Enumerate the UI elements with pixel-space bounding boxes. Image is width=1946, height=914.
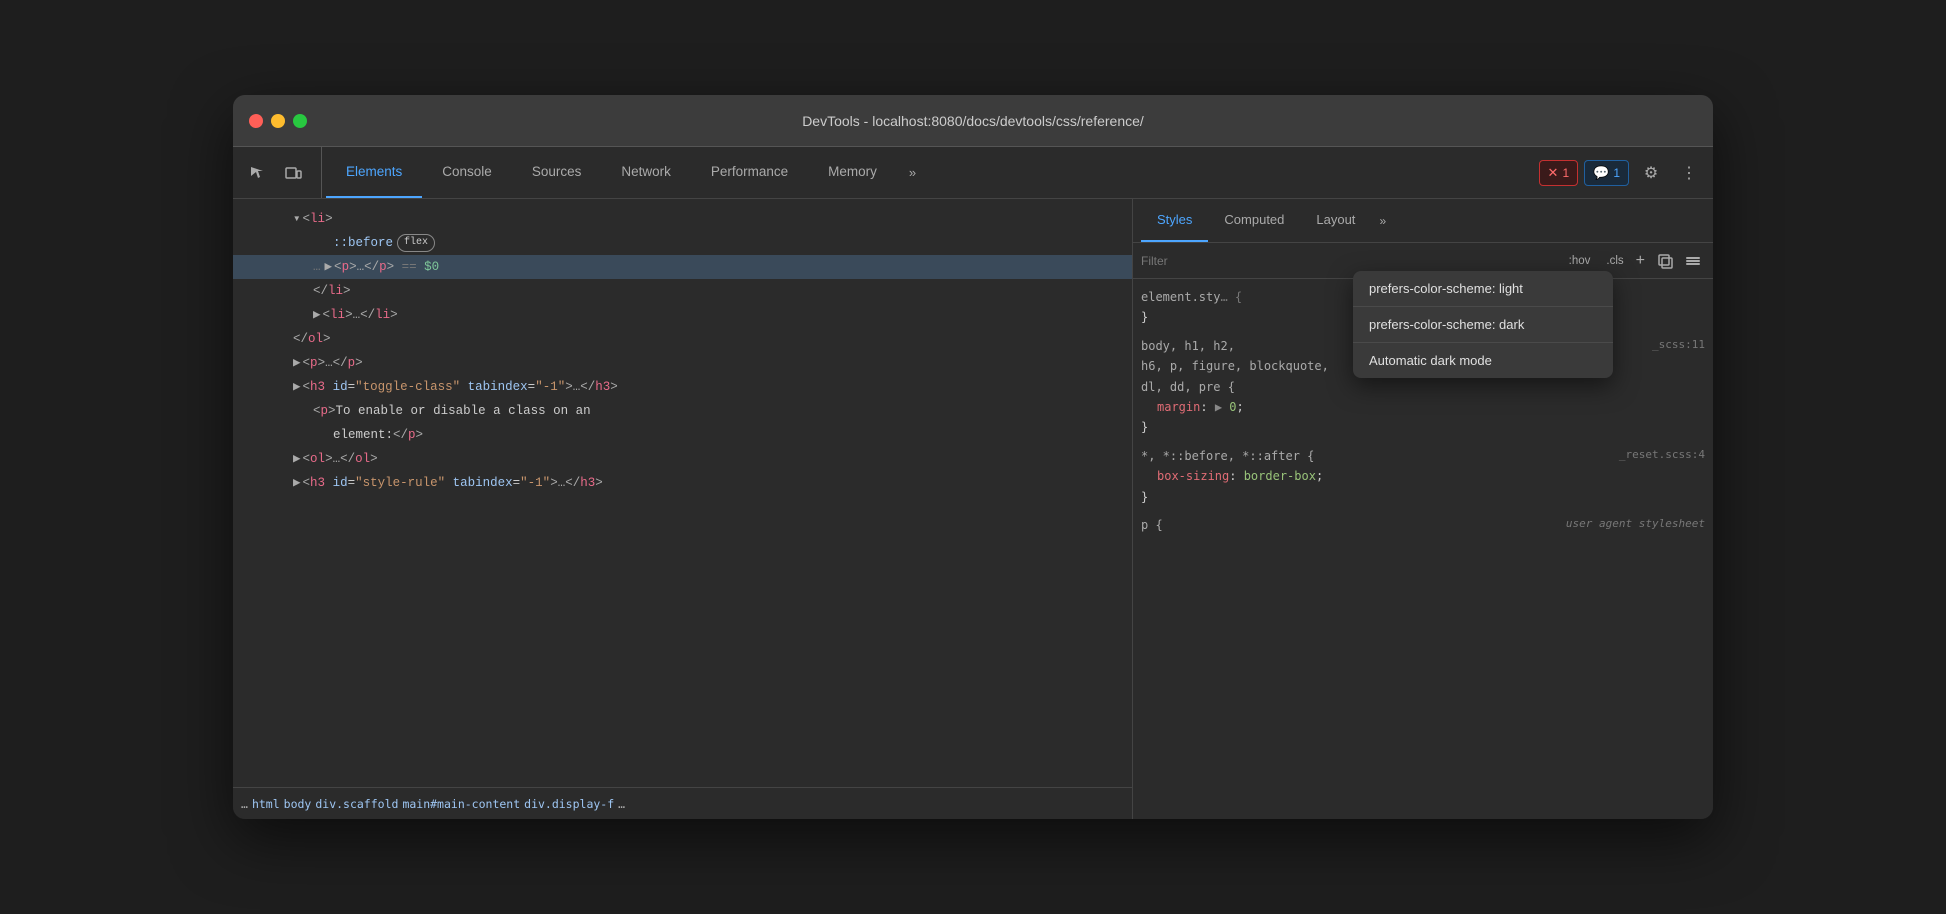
style-rule-universal: *, *::before, *::after { _reset.scss:4 b… [1141,446,1705,507]
devtools-window: DevTools - localhost:8080/docs/devtools/… [233,95,1713,819]
window-title: DevTools - localhost:8080/docs/devtools/… [802,113,1144,129]
hov-button[interactable]: :hov [1565,253,1595,269]
right-tabs-more[interactable]: » [1371,199,1394,242]
dom-h3-style-rule[interactable]: ▶ <h3 id="style-rule" tabindex="-1" >…</… [233,471,1132,495]
breadcrumb-body[interactable]: body [284,797,312,811]
toolbar: Elements Console Sources Network Perform… [233,147,1713,199]
toolbar-left [241,147,322,198]
tab-performance[interactable]: Performance [691,147,808,198]
breadcrumb-html[interactable]: html [252,797,280,811]
tab-sources[interactable]: Sources [512,147,602,198]
styles-panel: Styles Computed Layout » :hov .cls + [1133,199,1713,819]
dropdown-item-dark[interactable]: prefers-color-scheme: dark [1353,307,1613,343]
dom-ol-collapsed[interactable]: ▶ <ol>…</ol> [233,447,1132,471]
minimize-button[interactable] [271,114,285,128]
expand-arrow-p[interactable]: ▶ [325,257,333,277]
styles-toolbar-icons [1653,249,1705,273]
message-icon: 💬 [1593,165,1609,181]
dots-icon: … [313,257,321,277]
dom-ol-close[interactable]: </ol> [233,327,1132,351]
tabs-more-button[interactable]: » [897,147,928,198]
error-icon: ✕ [1548,165,1559,181]
right-tabs: Styles Computed Layout » [1133,199,1713,243]
styles-shadow-editor-icon[interactable] [1653,249,1677,273]
tab-computed[interactable]: Computed [1208,199,1300,242]
breadcrumb-bar: … html body div.scaffold main#main-conte… [233,787,1132,819]
close-button[interactable] [249,114,263,128]
ellipsis-icon: ⋮ [1681,163,1697,183]
dropdown-item-auto-dark[interactable]: Automatic dark mode [1353,343,1613,378]
gear-icon: ⚙ [1644,163,1658,183]
expand-arrow-p2[interactable]: ▶ [293,353,301,373]
dom-before-pseudo[interactable]: ::before flex [233,231,1132,255]
dom-tree[interactable]: ▾ <li> ::before flex … ▶ <p>…</p> == $0 [233,199,1132,787]
tab-styles[interactable]: Styles [1141,199,1208,242]
tab-memory[interactable]: Memory [808,147,897,198]
dom-li-close[interactable]: </li> [233,279,1132,303]
inspector-icon[interactable] [241,157,273,189]
cls-button[interactable]: .cls [1602,253,1627,269]
cls-dropdown-popup: prefers-color-scheme: light prefers-colo… [1353,271,1613,378]
tab-network[interactable]: Network [601,147,691,198]
dom-p-selected[interactable]: … ▶ <p>…</p> == $0 [233,255,1132,279]
titlebar: DevTools - localhost:8080/docs/devtools/… [233,95,1713,147]
breadcrumb-scaffold[interactable]: div.scaffold [315,797,398,811]
maximize-button[interactable] [293,114,307,128]
dom-p-text2[interactable]: element:</p> [233,423,1132,447]
expand-arrow-h3-2[interactable]: ▶ [293,473,301,493]
dom-panel: ▾ <li> ::before flex … ▶ <p>…</p> == $0 [233,199,1133,819]
more-options-button[interactable]: ⋮ [1673,157,1705,189]
styles-filter-input[interactable] [1141,254,1557,268]
dom-p-collapsed[interactable]: ▶ <p>…</p> [233,351,1132,375]
expand-arrow[interactable]: ▾ [293,209,301,229]
message-badge-button[interactable]: 💬 1 [1584,160,1629,186]
main-content: ▾ <li> ::before flex … ▶ <p>…</p> == $0 [233,199,1713,819]
toolbar-right: ✕ 1 💬 1 ⚙ ⋮ [1531,147,1705,198]
expand-arrow-ol[interactable]: ▶ [293,449,301,469]
tab-console[interactable]: Console [422,147,512,198]
traffic-lights [249,114,307,128]
expand-arrow-li[interactable]: ▶ [313,305,321,325]
settings-button[interactable]: ⚙ [1635,157,1667,189]
dom-h3-toggle[interactable]: ▶ <h3 id="toggle-class" tabindex="-1" >…… [233,375,1132,399]
style-rule-p: p { user agent stylesheet [1141,515,1705,535]
breadcrumb-display[interactable]: div.display-f [524,797,614,811]
tab-layout[interactable]: Layout [1300,199,1371,242]
main-tabs: Elements Console Sources Network Perform… [326,147,1531,198]
dom-li-open[interactable]: ▾ <li> [233,207,1132,231]
dom-li-collapsed[interactable]: ▶ <li>…</li> [233,303,1132,327]
dropdown-item-light[interactable]: prefers-color-scheme: light [1353,271,1613,307]
expand-arrow-h3[interactable]: ▶ [293,377,301,397]
breadcrumb-main[interactable]: main#main-content [402,797,520,811]
dom-p-text1[interactable]: <p>To enable or disable a class on an [233,399,1132,423]
breadcrumb-dots-left: … [241,797,248,811]
error-badge-button[interactable]: ✕ 1 [1539,160,1579,186]
breadcrumb-dots-right: … [618,797,625,811]
device-emulation-icon[interactable] [277,157,309,189]
tab-elements[interactable]: Elements [326,147,422,198]
add-style-rule-button[interactable]: + [1636,252,1645,270]
styles-layout-editor-icon[interactable] [1681,249,1705,273]
